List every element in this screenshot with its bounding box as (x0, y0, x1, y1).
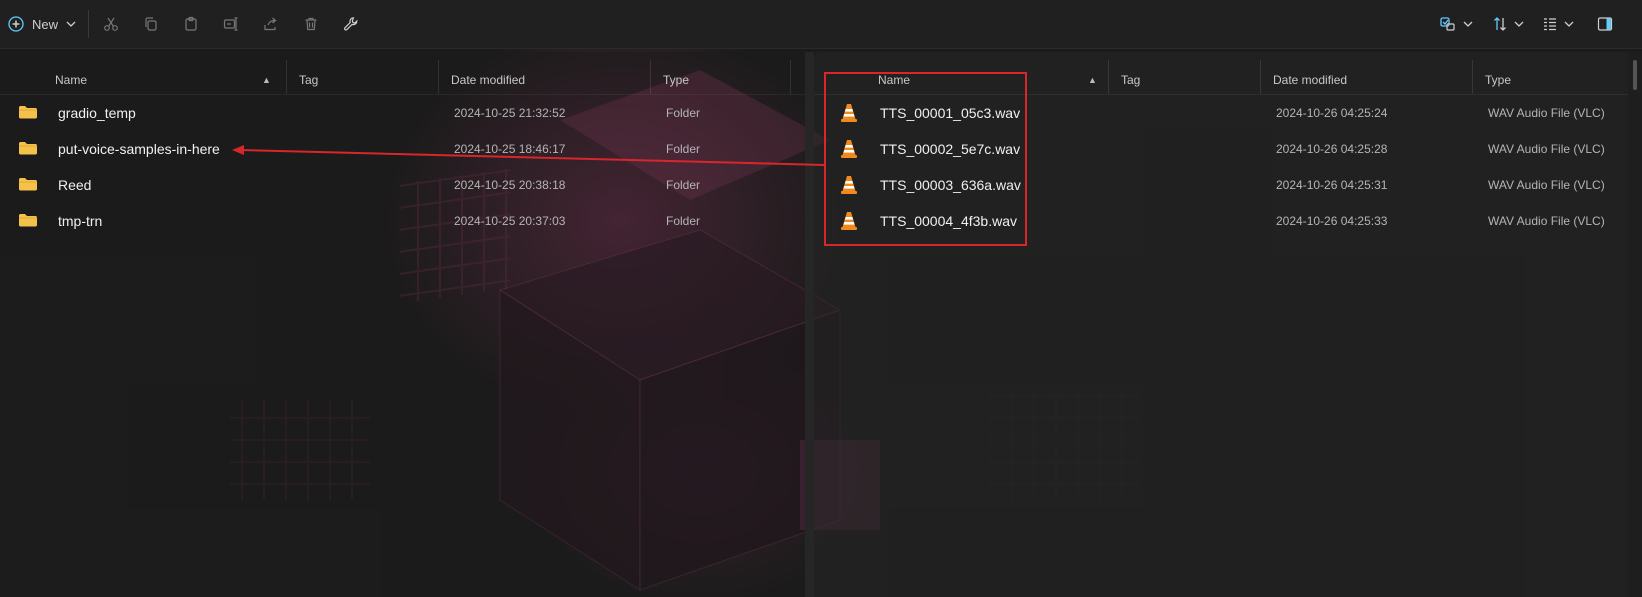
column-divider[interactable] (1472, 60, 1473, 94)
file-type: Folder (666, 214, 701, 228)
date-modified: 2024-10-26 04:25:31 (1276, 178, 1388, 192)
folder-icon (19, 178, 37, 191)
new-label: New (32, 16, 59, 32)
file-type: Folder (666, 142, 701, 156)
list-item[interactable]: put-voice-samples-in-here 2024-10-25 18:… (0, 131, 805, 167)
layout-button[interactable] (1540, 12, 1576, 36)
chevron-down-icon (1564, 21, 1574, 27)
rename-icon (223, 17, 238, 31)
file-name: tmp-trn (58, 213, 103, 229)
vertical-scrollbar[interactable] (1628, 52, 1642, 597)
date-modified: 2024-10-26 04:25:24 (1276, 106, 1388, 120)
list-item[interactable]: gradio_temp 2024-10-25 21:32:52 Folder (0, 95, 805, 131)
column-date-modified[interactable]: Date modified (1273, 52, 1347, 94)
column-divider[interactable] (286, 60, 287, 94)
column-divider[interactable] (1108, 60, 1109, 94)
scissors-icon (104, 17, 118, 31)
list-item[interactable]: tmp-trn 2024-10-25 20:37:03 Folder (0, 203, 805, 239)
properties-button[interactable] (340, 12, 362, 36)
column-name[interactable]: Name (55, 52, 87, 94)
left-file-pane: Name ▲ Tag Date modified Type gradio_tem… (0, 52, 805, 597)
plus-circle-icon (8, 16, 24, 32)
preview-pane-icon (1597, 17, 1613, 31)
paste-button[interactable] (180, 12, 202, 36)
left-column-header: Name ▲ Tag Date modified Type (0, 52, 805, 95)
column-divider[interactable] (790, 60, 791, 94)
date-modified: 2024-10-25 20:38:18 (454, 178, 566, 192)
rename-button[interactable] (220, 12, 242, 36)
folder-icon (19, 142, 37, 155)
chevron-down-icon (66, 21, 76, 27)
column-divider[interactable] (650, 60, 651, 94)
file-name: put-voice-samples-in-here (58, 141, 220, 157)
date-modified: 2024-10-26 04:25:28 (1276, 142, 1388, 156)
new-button[interactable]: New (8, 12, 80, 36)
file-type: WAV Audio File (VLC) (1488, 142, 1605, 156)
details-view-icon (1544, 18, 1556, 31)
delete-button[interactable] (300, 12, 322, 36)
preview-pane-button[interactable] (1594, 12, 1616, 36)
toolbar-separator (88, 10, 89, 38)
sort-arrows-icon (1494, 17, 1506, 31)
file-type: Folder (666, 106, 701, 120)
column-divider[interactable] (1260, 60, 1261, 94)
file-type: WAV Audio File (VLC) (1488, 214, 1605, 228)
share-icon (264, 17, 277, 31)
folder-icon (19, 106, 37, 119)
annotation-highlight-box (824, 72, 1027, 246)
share-button[interactable] (260, 12, 282, 36)
sync-status-button[interactable] (1438, 12, 1474, 36)
column-date-modified[interactable]: Date modified (451, 52, 525, 94)
file-type: WAV Audio File (VLC) (1488, 178, 1605, 192)
copy-button[interactable] (140, 12, 162, 36)
pane-splitter[interactable] (805, 52, 814, 597)
wrench-icon (344, 17, 358, 31)
clipboard-icon (185, 16, 197, 31)
column-tag[interactable]: Tag (1121, 52, 1140, 94)
toolbar: New (0, 0, 1642, 49)
date-modified: 2024-10-25 18:46:17 (454, 142, 566, 156)
chevron-down-icon (1514, 21, 1524, 27)
sort-ascending-icon: ▲ (262, 75, 271, 85)
cut-button[interactable] (100, 12, 122, 36)
chevron-down-icon (1463, 21, 1473, 27)
column-tag[interactable]: Tag (299, 52, 318, 94)
sort-ascending-icon: ▲ (1088, 75, 1097, 85)
file-type: WAV Audio File (VLC) (1488, 106, 1605, 120)
file-name: gradio_temp (58, 105, 136, 121)
scrollbar-thumb[interactable] (1633, 60, 1637, 90)
date-modified: 2024-10-25 20:37:03 (454, 214, 566, 228)
sort-button[interactable] (1490, 12, 1526, 36)
file-name: Reed (58, 177, 92, 193)
cloud-sync-icon (1440, 17, 1455, 31)
folder-icon (19, 214, 37, 227)
trash-icon (305, 17, 317, 31)
column-divider[interactable] (438, 60, 439, 94)
list-item[interactable]: Reed 2024-10-25 20:38:18 Folder (0, 167, 805, 203)
date-modified: 2024-10-26 04:25:33 (1276, 214, 1388, 228)
column-type[interactable]: Type (1485, 52, 1511, 94)
date-modified: 2024-10-25 21:32:52 (454, 106, 566, 120)
column-type[interactable]: Type (663, 52, 689, 94)
file-type: Folder (666, 178, 701, 192)
copy-icon (145, 17, 157, 31)
